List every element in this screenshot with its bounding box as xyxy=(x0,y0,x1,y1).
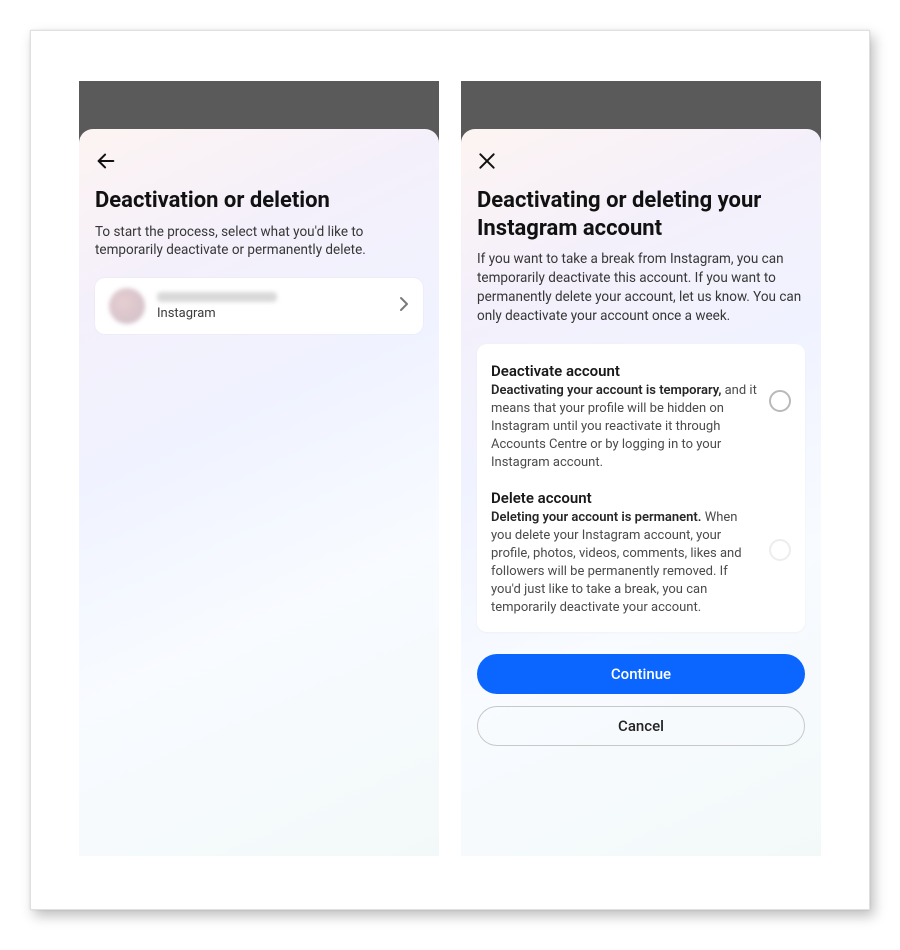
chevron-right-icon xyxy=(399,296,409,316)
phone-screen-right: Deactivating or deleting your Instagram … xyxy=(461,81,821,856)
option-delete[interactable]: Delete account Deleting your account is … xyxy=(491,485,791,618)
option-deactivate[interactable]: Deactivate account Deactivating your acc… xyxy=(491,358,791,485)
option-deactivate-desc: Deactivating your account is temporary, … xyxy=(491,382,759,473)
account-text: Instagram xyxy=(157,292,387,321)
phone-screen-left: Deactivation or deletion To start the pr… xyxy=(79,81,439,856)
page-subtitle: If you want to take a break from Instagr… xyxy=(477,250,805,326)
radio-deactivate[interactable] xyxy=(769,390,791,412)
continue-button[interactable]: Continue xyxy=(477,654,805,694)
radio-delete[interactable] xyxy=(769,539,791,561)
back-button[interactable] xyxy=(95,147,123,175)
option-deactivate-title: Deactivate account xyxy=(491,362,759,380)
cancel-button[interactable]: Cancel xyxy=(477,706,805,746)
account-platform-label: Instagram xyxy=(157,306,387,321)
bottom-sheet-left: Deactivation or deletion To start the pr… xyxy=(79,129,439,856)
page-subtitle: To start the process, select what you'd … xyxy=(95,223,423,261)
bottom-sheet-right: Deactivating or deleting your Instagram … xyxy=(461,129,821,856)
arrow-left-icon xyxy=(95,150,117,172)
option-delete-desc: Deleting your account is permanent. When… xyxy=(491,509,759,618)
avatar xyxy=(109,288,145,324)
options-card: Deactivate account Deactivating your acc… xyxy=(477,344,805,632)
account-row[interactable]: Instagram xyxy=(95,278,423,334)
account-name-blurred xyxy=(157,292,277,302)
screenshot-frame: Deactivation or deletion To start the pr… xyxy=(30,30,870,910)
close-icon xyxy=(477,151,497,171)
option-delete-title: Delete account xyxy=(491,489,759,507)
page-title: Deactivation or deletion xyxy=(95,187,423,215)
page-title: Deactivating or deleting your Instagram … xyxy=(477,187,805,242)
close-button[interactable] xyxy=(477,147,505,175)
